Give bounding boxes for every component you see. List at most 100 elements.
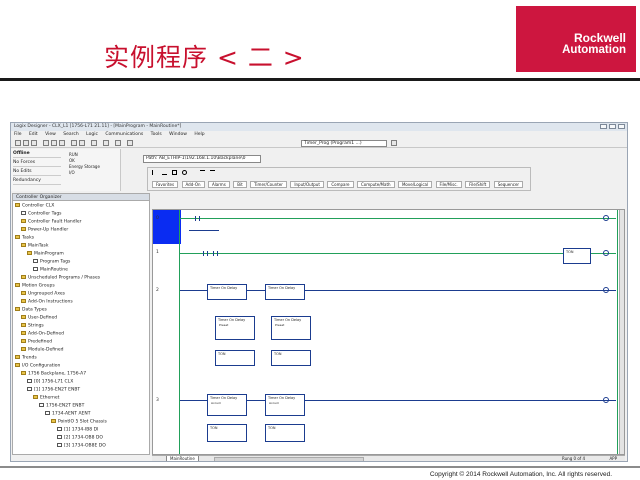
timer-block[interactable]: TON <box>207 424 247 442</box>
xic-contact[interactable] <box>195 216 200 221</box>
redo-icon[interactable] <box>79 140 85 146</box>
tree-item[interactable]: Controller CLX <box>15 203 54 210</box>
minimize-button[interactable] <box>600 124 607 129</box>
undo-icon[interactable] <box>71 140 77 146</box>
tree-item[interactable]: 1756-EN2T ENBT <box>39 403 84 410</box>
tree-item[interactable]: 1734-AENT AENT <box>45 411 90 418</box>
tree-item[interactable]: Trends <box>15 355 37 362</box>
verify-icon[interactable] <box>103 140 109 146</box>
tree-item[interactable]: [1] 1734-IB8 DI <box>57 427 98 434</box>
xic-icon[interactable] <box>172 170 177 175</box>
tab-sequencer[interactable]: Sequencer <box>493 181 524 188</box>
maximize-button[interactable] <box>609 124 616 129</box>
menu-logic[interactable]: Logic <box>86 132 98 137</box>
prev-icon[interactable] <box>200 170 205 175</box>
tree-item[interactable]: Tasks <box>15 235 34 242</box>
branch-icon[interactable] <box>162 170 167 175</box>
rung-number: 0 <box>156 216 159 221</box>
tree-item[interactable]: Controller Fault Handler <box>21 219 82 226</box>
timer-block[interactable]: Timer On Delay Preset <box>215 316 255 340</box>
tree-item[interactable]: Predefined <box>21 339 52 346</box>
tree-item[interactable]: Add-On Instructions <box>21 299 73 306</box>
tree-item[interactable]: MainTask <box>21 243 48 250</box>
timer-block[interactable]: TON <box>563 248 591 264</box>
next-icon[interactable] <box>210 170 215 175</box>
tree-item[interactable]: 1756 Backplane, 1756-A7 <box>21 371 86 378</box>
go-icon[interactable] <box>391 140 397 146</box>
menu-tools[interactable]: Tools <box>151 132 162 137</box>
timer-block[interactable]: Timer On Delay Accum <box>207 394 247 416</box>
timer-block[interactable]: TON <box>265 424 305 442</box>
xio-contact[interactable] <box>213 251 218 256</box>
menu-window[interactable]: Window <box>169 132 187 137</box>
tree-item[interactable]: Power-Up Handler <box>21 227 68 234</box>
instruction-block[interactable]: TON <box>271 350 311 366</box>
output-coil[interactable] <box>603 250 609 256</box>
tab-input-output[interactable]: Input/Output <box>290 181 324 188</box>
menu-communications[interactable]: Communications <box>105 132 143 137</box>
tab-file-misc[interactable]: File/Misc. <box>435 181 462 188</box>
menu-help[interactable]: Help <box>194 132 204 137</box>
menu-search[interactable]: Search <box>63 132 78 137</box>
instruction-block[interactable]: Timer On Delay <box>265 284 305 300</box>
tab-alarms[interactable]: Alarms <box>207 181 230 188</box>
instruction-block[interactable]: TON <box>215 350 255 366</box>
tab-move-logical[interactable]: Move/Logical <box>397 181 433 188</box>
ladder-vertical-scrollbar[interactable] <box>619 210 624 454</box>
cut-icon[interactable] <box>43 140 49 146</box>
ladder-horizontal-scrollbar[interactable] <box>214 457 364 461</box>
menu-edit[interactable]: Edit <box>29 132 38 137</box>
tree-item[interactable]: Ungrouped Axes <box>21 291 65 298</box>
tab-timer-counter[interactable]: Timer/Counter <box>250 181 287 188</box>
communication-path[interactable]: Path: AB_ETHIP-1\192.168.1.10\Backplane\… <box>143 155 261 163</box>
close-button[interactable] <box>618 124 625 129</box>
tree-item[interactable]: Strings <box>21 323 44 330</box>
online-icon[interactable] <box>115 140 121 146</box>
tab-file-shift[interactable]: File/Shift <box>465 181 491 188</box>
offline-status[interactable]: Offline <box>13 151 61 158</box>
new-icon[interactable] <box>15 140 21 146</box>
program-combo[interactable]: Timer_Prog (Program1 ...) <box>301 140 387 147</box>
tab-compute-math[interactable]: Compute/Math <box>356 181 395 188</box>
xic-contact[interactable] <box>203 251 208 256</box>
open-icon[interactable] <box>23 140 29 146</box>
tree-item[interactable]: Program Tags <box>33 259 70 266</box>
tree-item[interactable]: MainRoutine <box>33 267 68 274</box>
tab-add-on[interactable]: Add-On <box>181 181 205 188</box>
menu-view[interactable]: View <box>45 132 56 137</box>
tab-compare[interactable]: Compare <box>327 181 354 188</box>
find-icon[interactable] <box>91 140 97 146</box>
instruction-block[interactable]: Timer On Delay <box>207 284 247 300</box>
paste-icon[interactable] <box>59 140 65 146</box>
tab-bit[interactable]: Bit <box>233 181 247 188</box>
tree-item[interactable]: PointIO 5 Slot Chassis <box>51 419 107 426</box>
output-coil[interactable] <box>603 397 609 403</box>
tree-item[interactable]: Motion Groups <box>15 283 55 290</box>
ladder-editor[interactable]: 0 1 2 3 TON Timer On Delay Timer On Dela… <box>152 209 625 455</box>
output-coil[interactable] <box>603 287 609 293</box>
tree-item[interactable]: Unscheduled Programs / Phases <box>21 275 100 282</box>
tree-item[interactable]: Add-On-Defined <box>21 331 64 338</box>
tab-main-routine[interactable]: MainRoutine <box>166 456 199 461</box>
rung-icon[interactable] <box>152 170 157 175</box>
tree-item[interactable]: [2] 1734-OB8 DO <box>57 435 103 442</box>
menu-file[interactable]: File <box>14 132 22 137</box>
tree-item[interactable]: [3] 1734-OB8E DO <box>57 443 106 450</box>
copy-icon[interactable] <box>51 140 57 146</box>
tab-favorites[interactable]: Favorites <box>152 181 179 188</box>
tree-item[interactable]: MainProgram <box>27 251 64 258</box>
tree-item[interactable]: Module-Defined <box>21 347 64 354</box>
ote-icon[interactable] <box>182 170 187 175</box>
timer-block[interactable]: Timer On Delay Preset <box>271 316 311 340</box>
tree-item[interactable]: Controller Tags <box>21 211 62 218</box>
timer-block[interactable]: Timer On Delay Accum <box>265 394 305 416</box>
tree-item[interactable]: Ethernet <box>33 395 59 402</box>
tree-item[interactable]: I/O Configuration <box>15 363 60 370</box>
tree-item[interactable]: User-Defined <box>21 315 57 322</box>
save-icon[interactable] <box>31 140 37 146</box>
tree-item[interactable]: [1] 1756-EN2T ENBT <box>27 387 80 394</box>
download-icon[interactable] <box>127 140 133 146</box>
tree-item[interactable]: Data Types <box>15 307 47 314</box>
tree-item[interactable]: [0] 1756-L71 CLX <box>27 379 73 386</box>
output-coil[interactable] <box>603 215 609 221</box>
